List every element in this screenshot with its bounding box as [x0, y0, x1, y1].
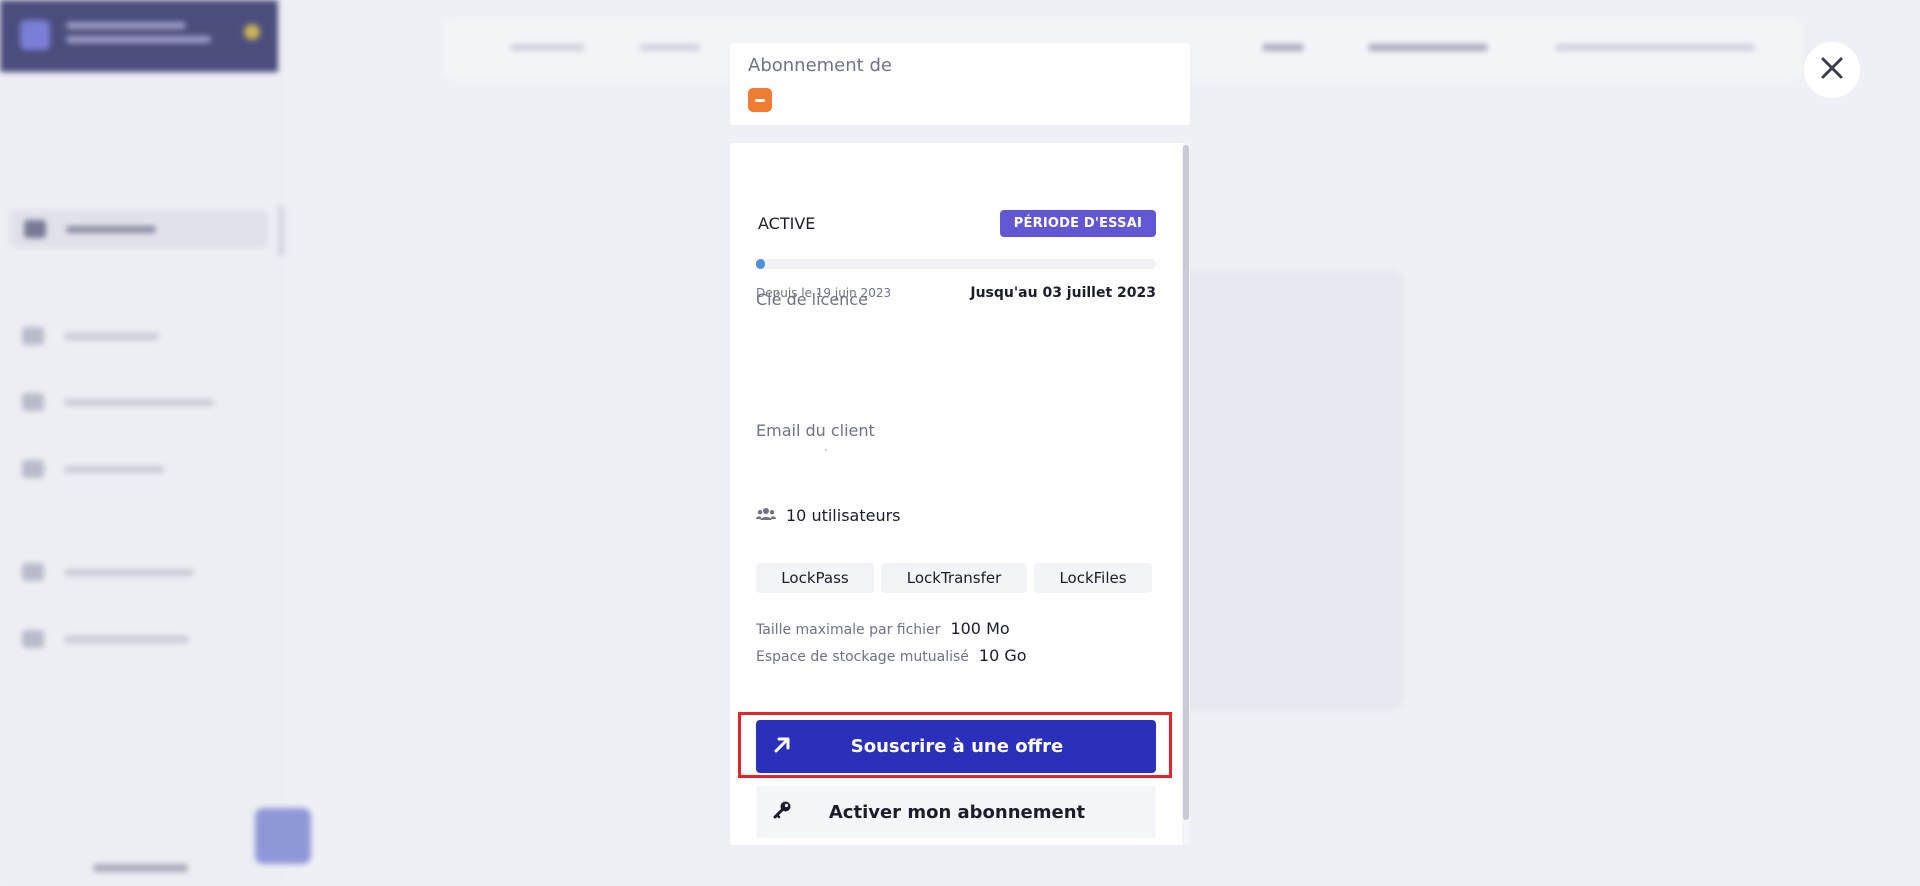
background-sidebar	[0, 0, 285, 886]
close-button[interactable]	[1804, 42, 1860, 98]
background-nav-item	[22, 393, 214, 411]
storage-value: 10 Go	[978, 646, 1027, 665]
modal-scrollbar[interactable]	[1182, 143, 1190, 845]
max-file-size-label: Taille maximale par fichier	[756, 622, 941, 638]
modal-title: Abonnement de	[748, 55, 892, 76]
arrow-up-right-icon	[772, 735, 792, 759]
product-logo-icon	[748, 88, 772, 112]
background-nav-item	[22, 460, 164, 478]
product-chip-lockfiles: LockFiles	[1034, 563, 1152, 593]
background-nav-item	[22, 327, 159, 345]
trial-period-badge: PÉRIODE D'ESSAI	[999, 210, 1156, 237]
background-card	[1155, 270, 1405, 710]
background-nav-item	[10, 210, 268, 248]
trial-progress-fill	[756, 259, 765, 269]
max-file-size-row: Taille maximale par fichier 100 Mo	[756, 619, 1010, 638]
product-chip-lockpass: LockPass	[756, 563, 874, 593]
users-count: 10 utilisateurs	[786, 506, 901, 525]
client-email-value: ·	[824, 443, 828, 457]
status-row: ACTIVE PÉRIODE D'ESSAI	[758, 210, 1156, 237]
background-nav-item	[22, 630, 189, 648]
storage-label: Espace de stockage mutualisé	[756, 649, 969, 665]
users-row: 10 utilisateurs	[756, 506, 901, 525]
subscription-status: ACTIVE	[758, 214, 816, 233]
modal-scrollbar-thumb[interactable]	[1183, 145, 1189, 820]
activate-subscription-button[interactable]: Activer mon abonnement	[756, 786, 1156, 838]
subscription-modal-body: ACTIVE PÉRIODE D'ESSAI Depuis le 19 juin…	[730, 143, 1190, 845]
close-icon	[1820, 56, 1844, 84]
client-email-label: Email du client	[756, 421, 875, 440]
product-chip-locktransfer: LockTransfer	[881, 563, 1027, 593]
key-icon	[772, 800, 792, 824]
trial-progress-bar	[756, 259, 1156, 269]
background-nav-item	[22, 563, 194, 581]
background-corner-button	[255, 808, 311, 864]
end-date: Jusqu'au 03 juillet 2023	[970, 285, 1156, 301]
background-brand	[0, 0, 278, 72]
activate-subscription-label: Activer mon abonnement	[828, 801, 1086, 823]
storage-row: Espace de stockage mutualisé 10 Go	[756, 646, 1027, 665]
subscribe-button[interactable]: Souscrire à une offre	[756, 720, 1156, 773]
subscribe-button-label: Souscrire à une offre	[850, 736, 1064, 757]
max-file-size-value: 100 Mo	[950, 619, 1010, 638]
license-key-label: Clé de licence	[756, 290, 868, 309]
users-icon	[756, 506, 776, 525]
product-chips: LockPass LockTransfer LockFiles	[756, 563, 1152, 593]
subscription-modal-header: Abonnement de	[730, 43, 1190, 125]
